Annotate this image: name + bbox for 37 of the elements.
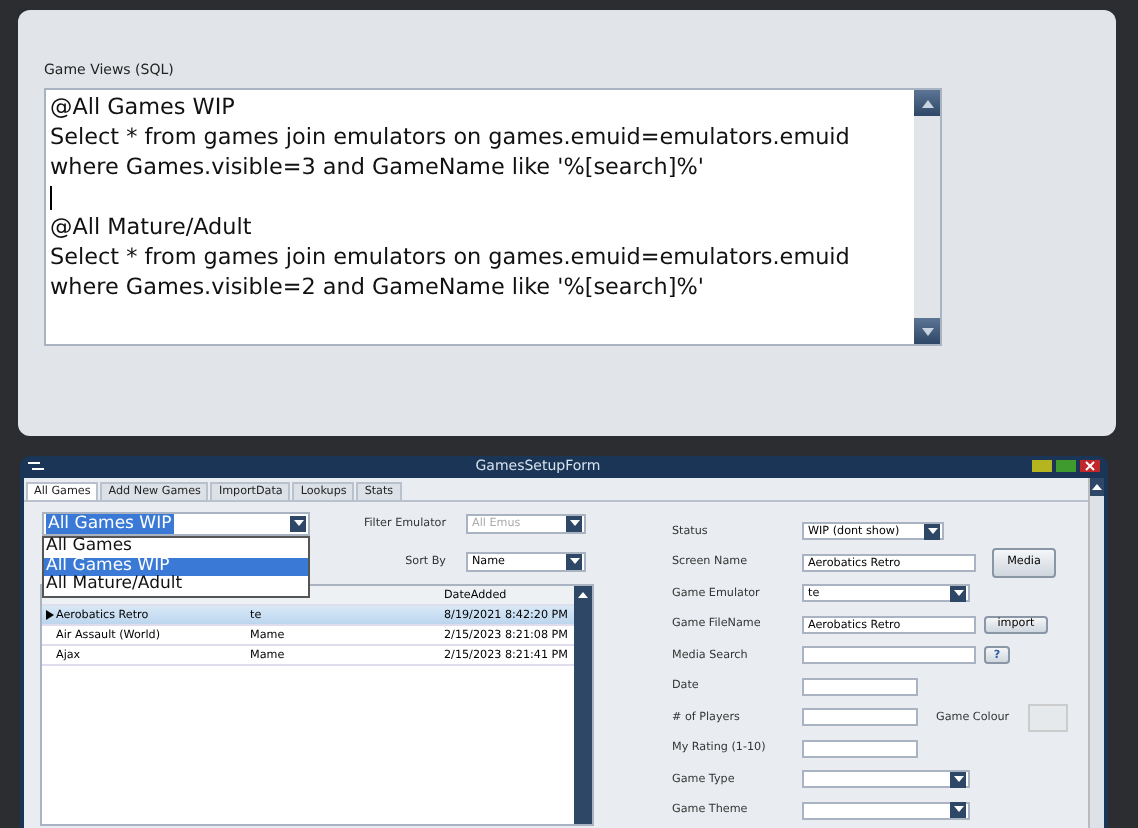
scroll-up-icon[interactable]	[914, 90, 940, 116]
dropdown-option[interactable]: All Mature/Adult	[44, 576, 308, 596]
scroll-down-icon[interactable]	[914, 318, 940, 344]
view-name: @All Games WIP	[50, 92, 237, 122]
close-button[interactable]	[1080, 460, 1100, 472]
scrollbar[interactable]	[574, 586, 592, 824]
scroll-up-icon[interactable]	[578, 591, 588, 599]
dropdown-arrow-icon[interactable]	[566, 554, 582, 570]
dropdown-field[interactable]	[802, 770, 970, 789]
text-field[interactable]	[802, 708, 918, 727]
dropdown-arrow-icon[interactable]	[950, 585, 966, 602]
sql-line: Select * from games join emulators on games.emuid=emulators.emuid	[50, 242, 852, 272]
dropdown-arrow-icon[interactable]	[950, 802, 966, 819]
dropdown-arrow-icon[interactable]	[950, 771, 966, 788]
text-cursor	[50, 185, 52, 209]
view-name: @All Mature/Adult	[50, 212, 254, 242]
sql-line: Select * from games join emulators on games.emuid=emulators.emuid	[50, 122, 852, 152]
dropdown-arrow-icon[interactable]	[924, 523, 940, 540]
scrollbar[interactable]	[914, 90, 940, 344]
sql-line: where Games.visible=3 and GameName like '%[search]%'	[50, 152, 706, 182]
text-field[interactable]	[802, 646, 976, 665]
sql-text-area[interactable]	[44, 88, 942, 346]
color-swatch[interactable]	[1027, 703, 1068, 732]
scrollbar[interactable]	[1088, 478, 1104, 828]
app-icon	[28, 460, 44, 472]
dropdown-arrow-icon[interactable]	[566, 516, 582, 532]
row-pointer-icon	[45, 610, 53, 620]
dropdown-value: All Games WIP	[46, 514, 174, 534]
text-field[interactable]	[802, 739, 918, 758]
dropdown-option[interactable]: All Games WIP	[44, 557, 308, 577]
scroll-up-icon[interactable]	[1092, 483, 1102, 491]
view-dropdown[interactable]: All Games WIP	[42, 512, 310, 536]
text-field[interactable]	[802, 677, 918, 696]
dropdown-option[interactable]: All Games	[44, 538, 308, 558]
dropdown-field[interactable]	[802, 801, 970, 820]
sql-line: where Games.visible=2 and GameName like '%[search]%'	[50, 272, 706, 302]
dropdown-arrow-icon[interactable]	[290, 516, 306, 532]
